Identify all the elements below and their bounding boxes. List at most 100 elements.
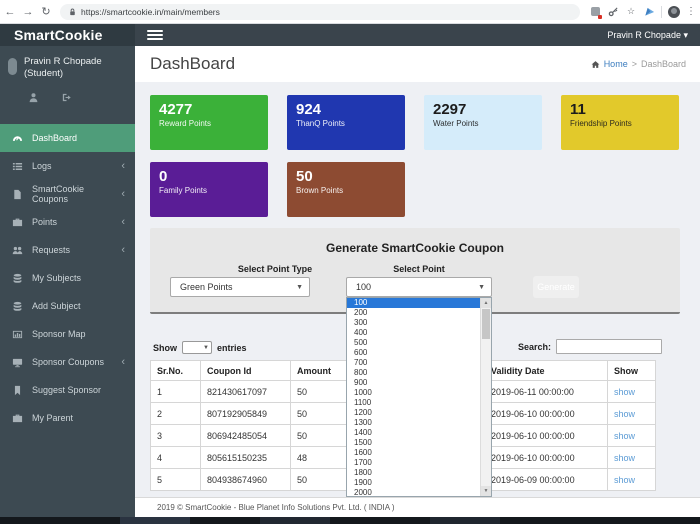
show-link[interactable]: show [614, 387, 635, 397]
point-type-select[interactable]: Green Points▼ [170, 277, 310, 297]
password-key-icon[interactable] [607, 6, 619, 18]
sidebar-item-my-subjects[interactable]: My Subjects [0, 264, 135, 292]
browser-refresh-icon[interactable]: ↻ [38, 5, 54, 18]
browser-chrome: ← → ↻ https://smartcookie.in/main/member… [0, 0, 700, 24]
dropdown-option-1900[interactable]: 1900 [347, 478, 480, 488]
breadcrumb-home-link[interactable]: Home [604, 59, 628, 69]
address-bar[interactable]: https://smartcookie.in/main/members [60, 4, 580, 20]
select-caret-icon: ▼ [296, 284, 303, 291]
sidebar-item-label: Points [32, 217, 57, 227]
browser-forward-icon[interactable]: → [20, 6, 36, 18]
column-header[interactable]: Coupon Id [201, 361, 291, 381]
dropdown-option-800[interactable]: 800 [347, 368, 480, 378]
app-logo[interactable]: SmartCookie [0, 24, 135, 46]
stat-card-friendship-points[interactable]: 11Friendship Points [561, 95, 679, 150]
logout-icon[interactable] [61, 90, 72, 108]
dropdown-scrollbar[interactable]: ▲ ▼ [480, 298, 491, 496]
cell-amount: 50 [291, 403, 347, 425]
column-header[interactable]: Validity Date [485, 361, 608, 381]
point-label: Select Point [346, 264, 492, 274]
generate-button[interactable]: Generate [533, 276, 579, 298]
show-link[interactable]: show [614, 453, 635, 463]
stat-card-reward-points[interactable]: 4277Reward Points [150, 95, 268, 150]
scroll-up-icon[interactable]: ▲ [481, 298, 491, 308]
home-icon [591, 60, 600, 69]
dropdown-option-1800[interactable]: 1800 [347, 468, 480, 478]
hamburger-menu-icon[interactable] [147, 28, 163, 42]
show-link[interactable]: show [614, 475, 635, 485]
sidebar-item-sponsor-coupons[interactable]: Sponsor Coupons‹ [0, 348, 135, 376]
users-icon [12, 245, 23, 256]
entries-select[interactable]: ▼ [182, 341, 212, 354]
column-header[interactable]: Show [608, 361, 656, 381]
column-header[interactable]: Amount [291, 361, 347, 381]
sidebar-item-logs[interactable]: Logs‹ [0, 152, 135, 180]
dropdown-option-1200[interactable]: 1200 [347, 408, 480, 418]
briefcase-icon [12, 217, 23, 228]
screen: ← → ↻ https://smartcookie.in/main/member… [0, 0, 700, 524]
chevron-left-icon: ‹ [121, 216, 125, 228]
dropdown-option-1000[interactable]: 1000 [347, 388, 480, 398]
chevron-left-icon: ‹ [121, 244, 125, 256]
cell-sr: 4 [151, 447, 201, 469]
stat-card-water-points[interactable]: 2297Water Points [424, 95, 542, 150]
dropdown-option-600[interactable]: 600 [347, 348, 480, 358]
cell-coupon_id: 807192905849 [201, 403, 291, 425]
sidebar-item-sponsor-map[interactable]: Sponsor Map [0, 320, 135, 348]
dropdown-option-300[interactable]: 300 [347, 318, 480, 328]
dropdown-option-700[interactable]: 700 [347, 358, 480, 368]
stat-card-thanq-points[interactable]: 924ThanQ Points [287, 95, 405, 150]
search-input[interactable] [556, 339, 662, 354]
sidebar-item-smartcookie-coupons[interactable]: SmartCookie Coupons‹ [0, 180, 135, 208]
dropdown-option-1600[interactable]: 1600 [347, 448, 480, 458]
dropdown-option-1100[interactable]: 1100 [347, 398, 480, 408]
dropdown-option-900[interactable]: 900 [347, 378, 480, 388]
stat-value: 4277 [159, 101, 268, 118]
profile-icon[interactable] [28, 90, 39, 108]
browser-back-icon[interactable]: ← [2, 6, 18, 18]
cell-sr: 5 [151, 469, 201, 491]
extension-icon[interactable] [643, 6, 655, 18]
user-dropdown[interactable]: Pravin R Chopade ▾ [607, 30, 688, 41]
dropdown-option-1700[interactable]: 1700 [347, 458, 480, 468]
browser-menu-icon[interactable]: ⋮ [686, 6, 696, 17]
sidebar-item-dashboard[interactable]: DashBoard [0, 124, 135, 152]
sidebar-item-points[interactable]: Points ‹ [0, 208, 135, 236]
show-link[interactable]: show [614, 409, 635, 419]
browser-profile-avatar[interactable] [668, 6, 680, 18]
column-header[interactable]: Sr.No. [151, 361, 201, 381]
stat-value: 924 [296, 101, 405, 118]
dropdown-option-500[interactable]: 500 [347, 338, 480, 348]
stat-card-family-points[interactable]: 0Family Points [150, 162, 268, 217]
dropdown-option-200[interactable]: 200 [347, 308, 480, 318]
point-select[interactable]: 100▼ [346, 277, 492, 297]
stat-label: Water Points [433, 119, 542, 128]
dropdown-option-1400[interactable]: 1400 [347, 428, 480, 438]
dropdown-option-1300[interactable]: 1300 [347, 418, 480, 428]
sidebar-item-label: Sponsor Map [32, 329, 86, 339]
sidebar-item-label: Logs [32, 161, 52, 171]
show-link[interactable]: show [614, 431, 635, 441]
sidebar-item-requests[interactable]: Requests‹ [0, 236, 135, 264]
panel-title: Generate SmartCookie Coupon [150, 241, 680, 255]
gauge-icon [12, 133, 23, 144]
sidebar-item-label: SmartCookie Coupons [32, 184, 121, 204]
cell-amount: 50 [291, 425, 347, 447]
scroll-down-icon[interactable]: ▼ [481, 486, 491, 496]
taskbar-edge [0, 517, 700, 524]
sidebar-item-my-parent[interactable]: My Parent [0, 404, 135, 432]
bookmark-star-icon[interactable]: ☆ [625, 6, 637, 18]
cell-sr: 2 [151, 403, 201, 425]
scroll-thumb[interactable] [482, 309, 490, 339]
dropdown-option-1500[interactable]: 1500 [347, 438, 480, 448]
sidebar-item-suggest-sponsor[interactable]: Suggest Sponsor [0, 376, 135, 404]
dropdown-option-2000[interactable]: 2000 [347, 488, 480, 496]
breadcrumb: Home > DashBoard [591, 59, 686, 69]
sidebar-item-add-subject[interactable]: Add Subject [0, 292, 135, 320]
dropdown-option-100[interactable]: 100 [347, 298, 480, 308]
dropdown-option-400[interactable]: 400 [347, 328, 480, 338]
stat-label: ThanQ Points [296, 119, 405, 128]
stat-card-brown-points[interactable]: 50Brown Points [287, 162, 405, 217]
cell-sr: 3 [151, 425, 201, 447]
extension-alert-icon[interactable] [589, 6, 601, 18]
